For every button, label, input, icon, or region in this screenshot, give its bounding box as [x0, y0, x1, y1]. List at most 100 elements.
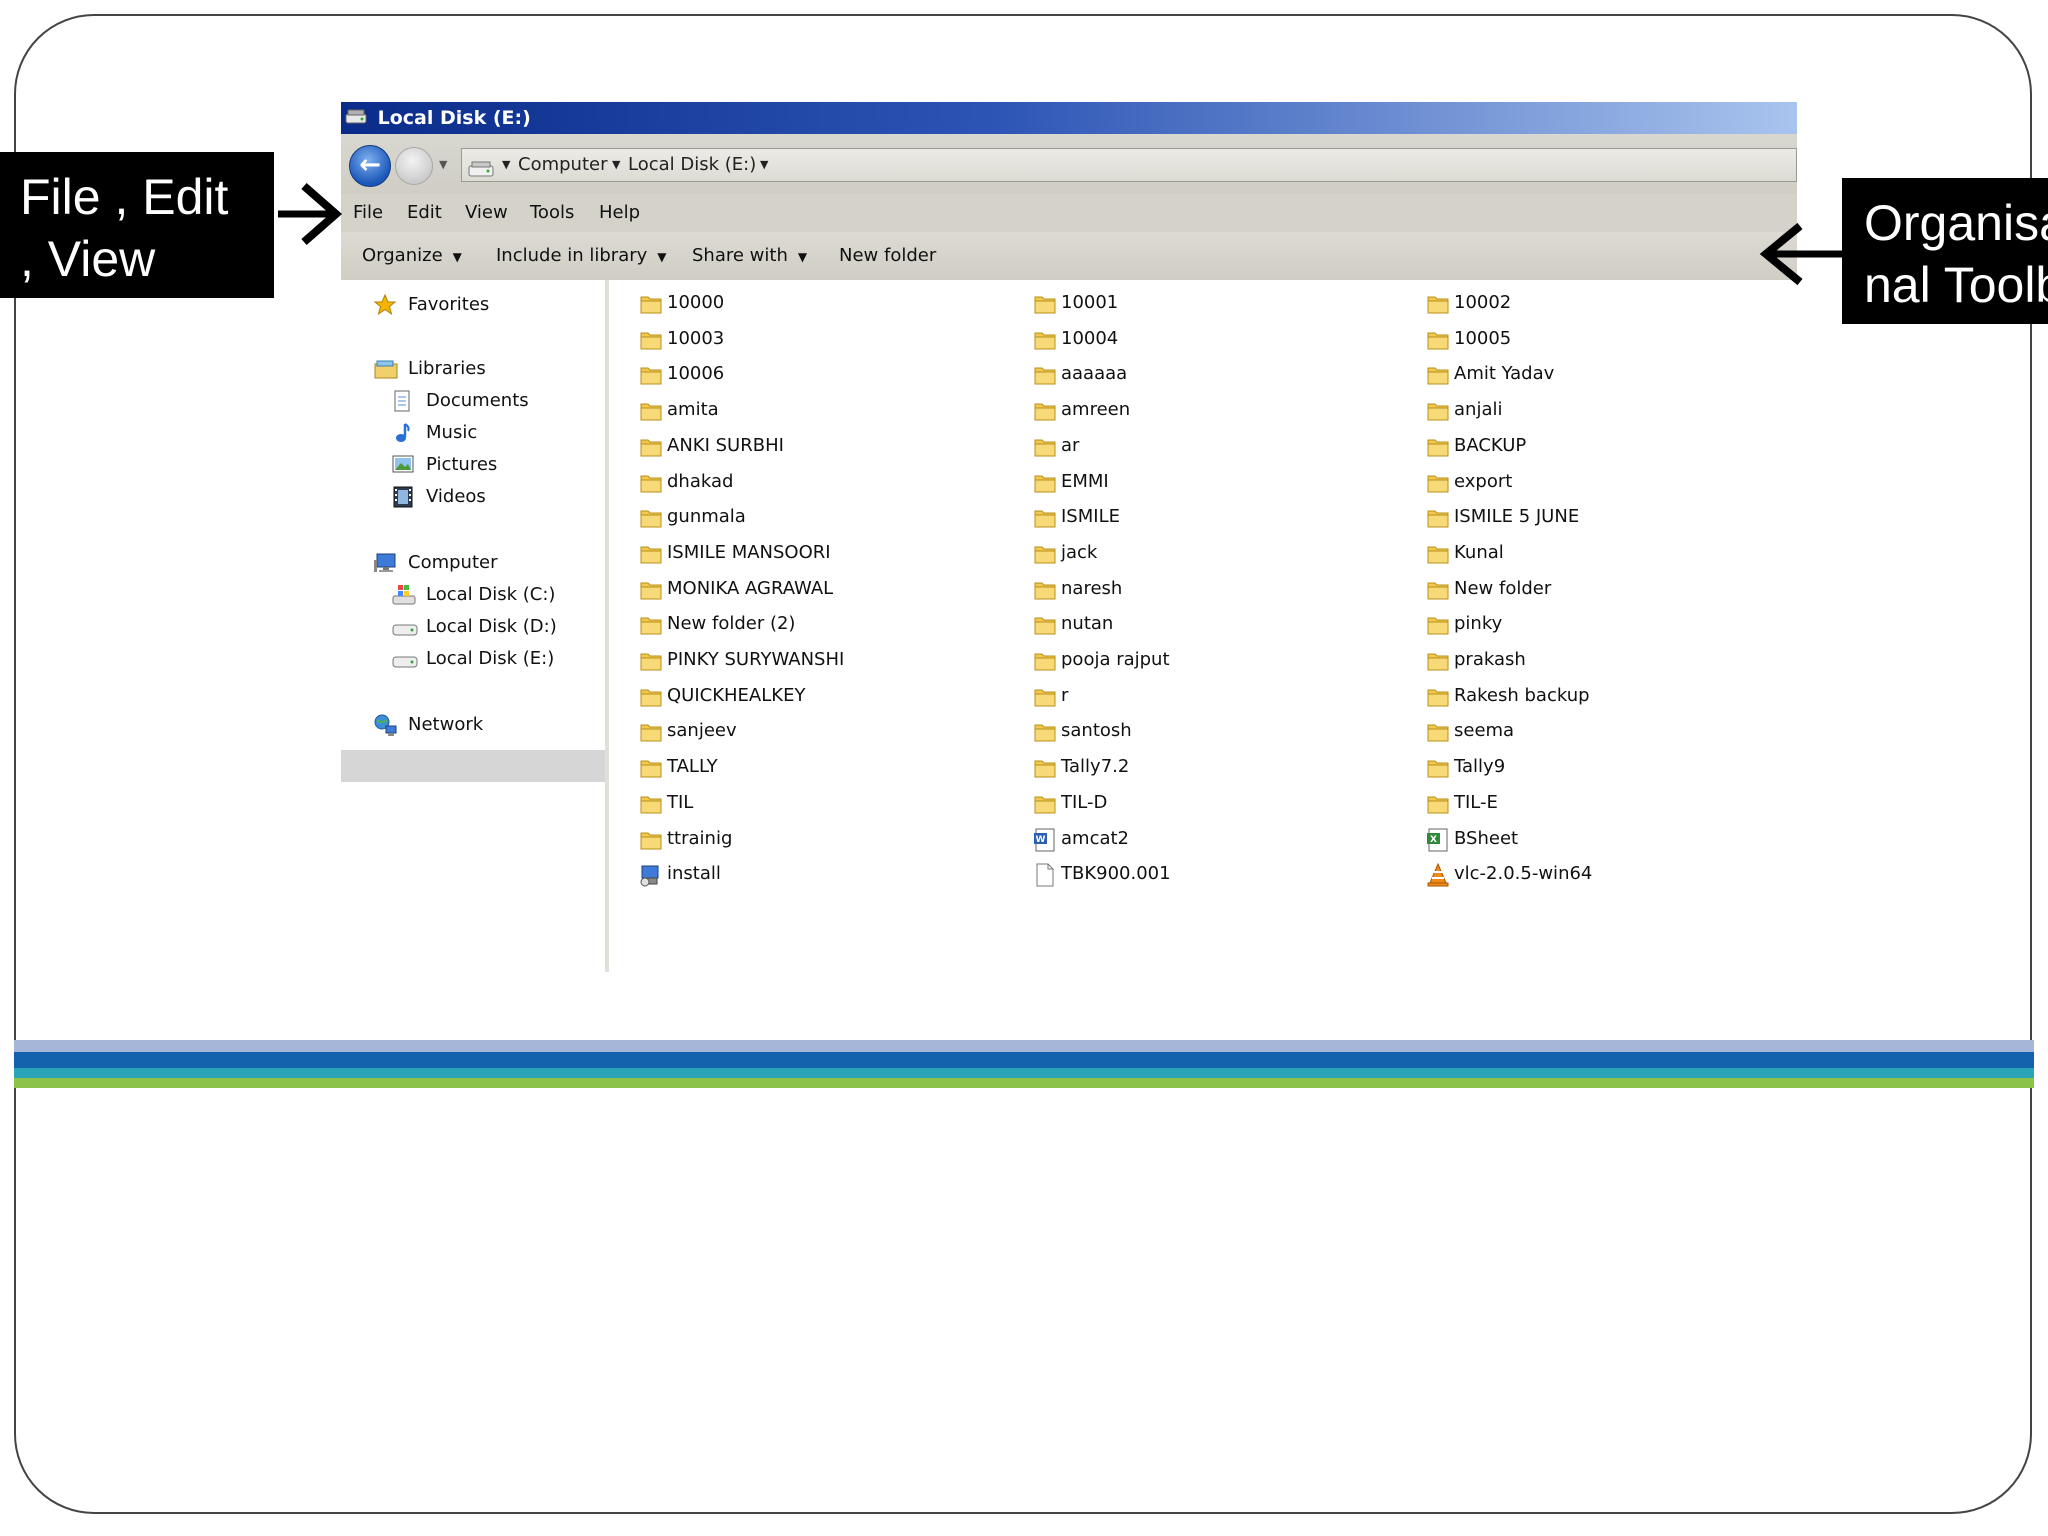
- file-item[interactable]: ISMILE: [1033, 502, 1393, 532]
- file-item[interactable]: Tally7.2: [1033, 752, 1393, 782]
- file-item[interactable]: X BSheet: [1426, 824, 1786, 854]
- nav-libraries[interactable]: Libraries: [374, 354, 594, 384]
- file-item[interactable]: Amit Yadav: [1426, 359, 1786, 389]
- folder-icon: [1426, 435, 1450, 469]
- file-item[interactable]: aaaaaa: [1033, 359, 1393, 389]
- file-item[interactable]: Rakesh backup: [1426, 681, 1786, 711]
- file-name: EMMI: [1061, 471, 1109, 492]
- file-item[interactable]: New folder (2): [639, 609, 999, 639]
- nav-documents[interactable]: Documents: [392, 386, 602, 416]
- file-item[interactable]: TIL-D: [1033, 788, 1393, 818]
- crumb-separator-icon[interactable]: ▼: [612, 149, 620, 181]
- file-item[interactable]: TIL: [639, 788, 999, 818]
- file-item[interactable]: sanjeev: [639, 716, 999, 746]
- file-item[interactable]: BACKUP: [1426, 431, 1786, 461]
- nav-computer[interactable]: Computer: [374, 548, 594, 578]
- file-item[interactable]: pinky: [1426, 609, 1786, 639]
- file-item[interactable]: MONIKA AGRAWAL: [639, 574, 999, 604]
- share-with-button[interactable]: Share with ▼: [692, 232, 807, 281]
- crumb-dropdown-icon[interactable]: ▼: [760, 149, 768, 181]
- nav-pictures[interactable]: Pictures: [392, 450, 602, 480]
- crumb-local-disk-e[interactable]: Local Disk (E:): [628, 149, 756, 181]
- file-item[interactable]: amreen: [1033, 395, 1393, 425]
- file-item[interactable]: prakash: [1426, 645, 1786, 675]
- nav-favorites[interactable]: Favorites: [373, 290, 594, 320]
- file-item[interactable]: Tally9: [1426, 752, 1786, 782]
- nav-label: Network: [408, 714, 484, 735]
- file-item[interactable]: TBK900.001: [1033, 859, 1393, 889]
- folder-icon: [1033, 435, 1057, 469]
- menu-view[interactable]: View: [465, 194, 508, 232]
- file-item[interactable]: jack: [1033, 538, 1393, 568]
- address-drive-icon: [468, 157, 494, 189]
- file-item[interactable]: ISMILE 5 JUNE: [1426, 502, 1786, 532]
- file-item[interactable]: seema: [1426, 716, 1786, 746]
- organize-button[interactable]: Organize ▼: [362, 232, 462, 281]
- menu-tools[interactable]: Tools: [530, 194, 574, 232]
- file-name: 10003: [667, 328, 725, 349]
- file-item[interactable]: naresh: [1033, 574, 1393, 604]
- word-document-icon: W: [1033, 828, 1057, 862]
- file-item[interactable]: export: [1426, 467, 1786, 497]
- title-bar[interactable]: Local Disk (E:): [341, 102, 1797, 134]
- new-folder-button[interactable]: New folder: [839, 232, 936, 280]
- file-item[interactable]: ttrainig: [639, 824, 999, 854]
- include-label: Include in library: [496, 245, 648, 266]
- file-item[interactable]: EMMI: [1033, 467, 1393, 497]
- file-item[interactable]: 10002: [1426, 288, 1786, 318]
- nav-videos[interactable]: Videos: [392, 482, 602, 512]
- file-name: sanjeev: [667, 720, 737, 741]
- file-item[interactable]: vlc-2.0.5-win64: [1426, 859, 1786, 889]
- file-item[interactable]: 10006: [639, 359, 999, 389]
- nav-network[interactable]: Network: [374, 710, 594, 740]
- file-item[interactable]: TIL-E: [1426, 788, 1786, 818]
- file-item[interactable]: pooja rajput: [1033, 645, 1393, 675]
- menu-help[interactable]: Help: [599, 194, 640, 232]
- explorer-window: Local Disk (E:) ← ▼ ▼ Computer ▼ Local D…: [341, 102, 1797, 972]
- file-item[interactable]: QUICKHEALKEY: [639, 681, 999, 711]
- file-item[interactable]: ANKI SURBHI: [639, 431, 999, 461]
- menu-edit[interactable]: Edit: [407, 194, 442, 232]
- file-item[interactable]: r: [1033, 681, 1393, 711]
- file-item[interactable]: gunmala: [639, 502, 999, 532]
- file-item[interactable]: New folder: [1426, 574, 1786, 604]
- forward-button[interactable]: [395, 147, 433, 185]
- folder-icon: [1426, 578, 1450, 612]
- file-item[interactable]: 10005: [1426, 324, 1786, 354]
- back-button[interactable]: ←: [349, 145, 391, 187]
- include-in-library-button[interactable]: Include in library ▼: [496, 232, 667, 281]
- file-item[interactable]: install: [639, 859, 999, 889]
- file-item[interactable]: TALLY: [639, 752, 999, 782]
- nav-local-disk-e[interactable]: Local Disk (E:): [392, 644, 602, 674]
- file-item[interactable]: santosh: [1033, 716, 1393, 746]
- folder-icon: [639, 649, 663, 683]
- file-item[interactable]: amita: [639, 395, 999, 425]
- menu-file[interactable]: File: [353, 194, 383, 232]
- nav-local-disk-c[interactable]: Local Disk (C:): [392, 580, 602, 610]
- file-item[interactable]: ISMILE MANSOORI: [639, 538, 999, 568]
- file-item[interactable]: anjali: [1426, 395, 1786, 425]
- file-item[interactable]: 10001: [1033, 288, 1393, 318]
- nav-local-disk-d[interactable]: Local Disk (D:): [392, 612, 602, 642]
- file-item[interactable]: PINKY SURYWANSHI: [639, 645, 999, 675]
- file-item[interactable]: Kunal: [1426, 538, 1786, 568]
- folder-icon: [1033, 685, 1057, 719]
- file-item[interactable]: 10004: [1033, 324, 1393, 354]
- file-item[interactable]: 10003: [639, 324, 999, 354]
- nav-label: Videos: [426, 486, 486, 507]
- file-item[interactable]: 10000: [639, 288, 999, 318]
- history-dropdown-icon[interactable]: ▼: [439, 158, 447, 171]
- address-box[interactable]: ▼ Computer ▼ Local Disk (E:) ▼: [461, 148, 1797, 182]
- file-item[interactable]: nutan: [1033, 609, 1393, 639]
- folder-icon: [1033, 578, 1057, 612]
- file-item[interactable]: dhakad: [639, 467, 999, 497]
- folder-icon: [639, 613, 663, 647]
- file-item[interactable]: ar: [1033, 431, 1393, 461]
- nav-music[interactable]: Music: [392, 418, 602, 448]
- crumb-computer[interactable]: Computer: [518, 149, 607, 181]
- file-item[interactable]: Wamcat2: [1033, 824, 1393, 854]
- crumb-separator-icon[interactable]: ▼: [502, 149, 510, 181]
- file-name: TBK900.001: [1061, 863, 1171, 884]
- slide-stripe-green: [14, 1078, 2034, 1088]
- folder-icon: [639, 399, 663, 433]
